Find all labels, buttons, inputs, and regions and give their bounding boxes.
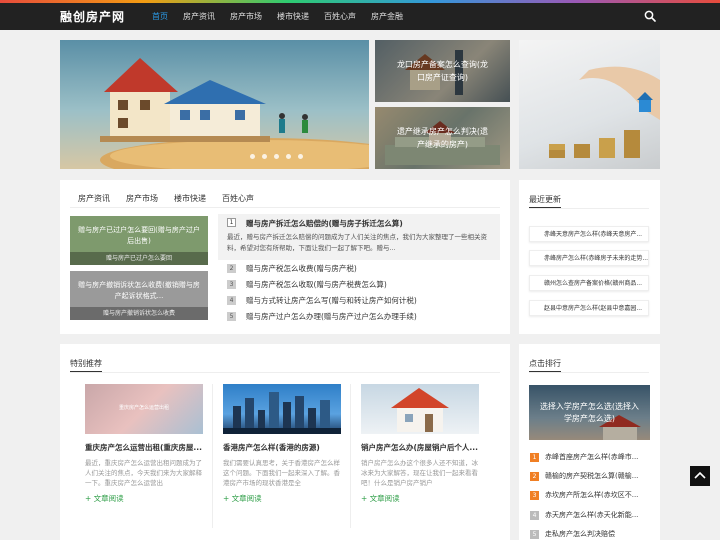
rank-title[interactable]: 走私房产怎么判决赔偿 [545,528,653,540]
ranking-item[interactable]: 3 赤坎房产所怎么样(赤坎区不... [529,489,650,501]
news-card[interactable]: 赠与房产撤销诉状怎么收费(撤销赠与房产起诉状格式... 赠与房产撤销诉状怎么收费 [70,271,208,320]
special-card[interactable]: 香港房产怎么样(香港的房源) 我们需要认真思考，关于香港房产怎么样这个问题。下面… [223,384,341,504]
list-item[interactable]: 赠与房产过户怎么办理(赠与房产过户怎么办理手续) [246,311,417,322]
column-divider [212,384,213,528]
list-number: 3 [227,280,236,289]
tabs-divider [70,207,500,208]
rank-number: 4 [530,511,539,520]
recent-link[interactable]: 赤峰房产怎么样(赤峰房子未来的走势... [529,250,649,266]
slider-dots[interactable] [250,154,310,159]
card-title[interactable]: 香港房产怎么样(香港的房源) [223,442,341,453]
special-title: 特别推荐 [70,359,102,368]
card-image: 重庆房产怎么运营出租 [85,384,203,434]
nav-item-finance[interactable]: 房产金融 [371,3,403,30]
read-more-link[interactable]: + 文章阅读 [223,493,341,504]
side-banner-image[interactable] [519,40,660,169]
slide-thumb-caption: 龙口房产备案怎么查询(龙口房产证查询) [375,40,510,102]
list-item[interactable]: 赠与方式转让房产怎么写(赠与和转让房产如何计税) [246,295,417,306]
rank-title[interactable]: 赤峰首座房产怎么样(赤峰市... [545,451,653,463]
card-description: 最近，重庆房产怎么运营出租问题成为了人们关注的焦点，今天我们来为大家解释一下。重… [85,459,202,487]
card-image [361,384,479,434]
featured-news[interactable]: 1 赠与房产拆迁怎么赔偿的(赠与房子拆迁怎么算) 最近，赠与房产拆迁怎么赔偿的问… [218,214,500,260]
site-logo[interactable]: 融创房产网 [60,8,125,25]
special-card[interactable]: 销户房产怎么办(房屋销户后个人... 销户房产怎么办这个很多人还不知道，冰冰来为… [361,384,479,504]
news-card-subtitle: 赠与房产撤销诉状怎么收费 [70,307,208,320]
read-more-link[interactable]: + 文章阅读 [85,493,203,504]
rank-number: 3 [530,491,539,500]
read-more-link[interactable]: + 文章阅读 [361,493,479,504]
chevron-up-icon [694,471,706,479]
rank-title[interactable]: 赤坎房产所怎么样(赤坎区不... [545,489,653,501]
divider [529,208,649,209]
featured-title[interactable]: 赠与房产拆迁怎么赔偿的(赠与房子拆迁怎么算) [246,218,403,229]
slide-thumb-1[interactable]: 龙口房产备案怎么查询(龙口房产证查询) [375,40,510,102]
ranking-image-caption: 选择入学房产怎么选(选择入学房产怎么选) [529,385,650,440]
special-card[interactable]: 重庆房产怎么运营出租 重庆房产怎么运营出租(重庆房屋... 最近，重庆房产怎么运… [85,384,203,504]
nav-item-express[interactable]: 楼市快递 [277,3,309,30]
card-description: 我们需要认真思考，关于香港房产怎么样这个问题。下面我们一起来深入了解。香港房产市… [223,459,340,487]
rank-number: 1 [530,453,539,462]
list-number: 5 [227,312,236,321]
column-divider [350,384,351,528]
search-icon[interactable] [644,10,656,22]
ranking-item[interactable]: 5 走私房产怎么判决赔偿 [529,528,650,540]
news-card[interactable]: 赠与房产已过户怎么要回(赠与房产过户后出售) 赠与房产已过户怎么要回 [70,216,208,265]
list-item[interactable]: 赠与房产税怎么收取(赠与房产税费怎么算) [246,279,387,290]
news-card-title: 赠与房产已过户怎么要回(赠与房产过户后出售) [78,226,200,245]
rank-title[interactable]: 赤天房产怎么样(赤天化新能... [545,509,653,521]
ranking-item[interactable]: 2 赣榆的房产契税怎么算(赣榆... [529,470,650,482]
news-card-subtitle: 赠与房产已过户怎么要回 [70,252,208,265]
content-tabs: 房产资讯 房产市场 楼市快递 百姓心声 [78,193,270,204]
tab-express[interactable]: 楼市快递 [174,193,206,204]
ranking-item[interactable]: 4 赤天房产怎么样(赤天化新能... [529,509,650,521]
ranking-image[interactable]: 选择入学房产怎么选(选择入学房产怎么选) [529,385,650,440]
rank-number: 5 [530,530,539,539]
card-title[interactable]: 销户房产怎么办(房屋销户后个人... [361,442,479,453]
list-number: 1 [227,218,236,227]
top-navigation: 融创房产网 首页 房产资讯 房产市场 楼市快递 百姓心声 房产金融 [0,3,720,30]
list-number: 4 [227,296,236,305]
tab-voices[interactable]: 百姓心声 [222,193,254,204]
rank-title[interactable]: 赣榆的房产契税怎么算(赣榆... [545,470,653,482]
house-model-image [100,58,369,169]
coins-hand-image [549,66,660,158]
hero-slider[interactable] [60,40,369,169]
back-to-top-button[interactable] [690,466,710,486]
list-item[interactable]: 赠与房产税怎么收费(赠与房产税) [246,263,357,274]
ranking-title: 点击排行 [529,359,561,368]
news-card-title: 赠与房产撤销诉状怎么收费(撤销赠与房产起诉状格式... [78,281,200,300]
featured-description: 最近，赠与房产拆迁怎么赔偿的问题成为了人们关注的焦点，我们为大家整理了一些相关资… [227,233,487,252]
recent-link[interactable]: 赣州怎么查房产备案价格(赣州商品... [529,275,649,291]
slide-thumb-caption: 遗产继承房产怎么判决(遗产继承的房产) [375,107,510,169]
city-skyline-image [223,392,341,434]
nav-menu: 首页 房产资讯 房产市场 楼市快递 百姓心声 房产金融 [152,3,418,30]
list-number: 2 [227,264,236,273]
slide-thumb-2[interactable]: 遗产继承房产怎么判决(遗产继承的房产) [375,107,510,169]
red-roof-house-image [391,388,449,432]
card-title[interactable]: 重庆房产怎么运营出租(重庆房屋... [85,442,203,453]
tab-news[interactable]: 房产资讯 [78,193,110,204]
rank-number: 2 [530,472,539,481]
card-description: 销户房产怎么办这个很多人还不知道，冰冰来为大家解答，现在让我们一起来看看吧！什么… [361,459,478,487]
ranking-item[interactable]: 1 赤峰首座房产怎么样(赤峰市... [529,451,650,463]
recent-link[interactable]: 赵县中意房产怎么样(赵县中意嘉园... [529,300,649,316]
nav-item-home[interactable]: 首页 [152,3,168,30]
nav-item-news[interactable]: 房产资讯 [183,3,215,30]
recent-title: 最近更新 [529,195,561,204]
card-image [223,384,341,434]
nav-item-voices[interactable]: 百姓心声 [324,3,356,30]
card-image-text: 重庆房产怎么运营出租 [118,405,169,411]
tab-market[interactable]: 房产市场 [126,193,158,204]
recent-link[interactable]: 赤峰天意房产怎么样(赤峰天意房产... [529,226,649,242]
nav-item-market[interactable]: 房产市场 [230,3,262,30]
divider [529,372,649,373]
divider [70,372,500,373]
